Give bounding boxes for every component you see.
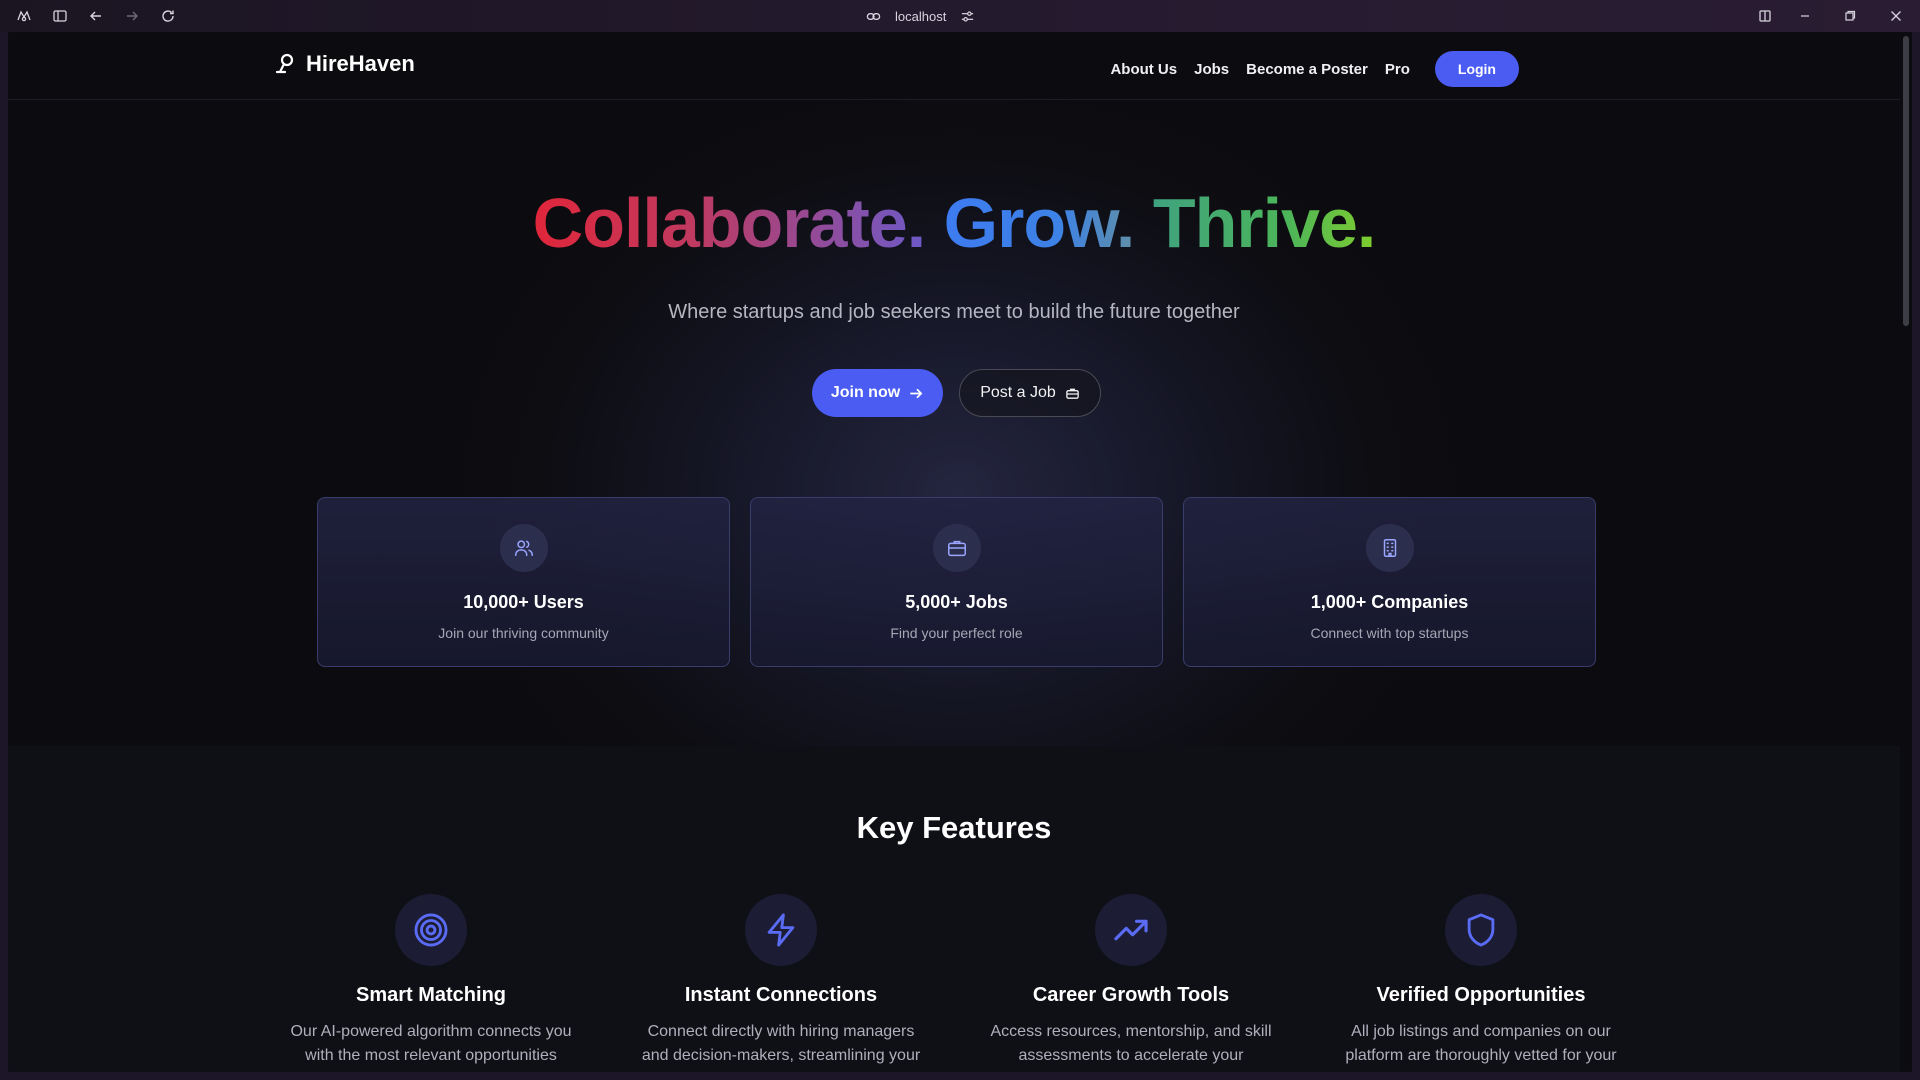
feature-description: Access resources, mentorship, and skill … — [990, 1023, 1272, 1072]
stat-description: Join our thriving community — [438, 625, 609, 641]
trending-up-icon — [1095, 894, 1167, 966]
feature-instant-connections: Instant Connections Connect directly wit… — [621, 894, 941, 1072]
feature-description: Connect directly with hiring managers an… — [641, 1023, 921, 1072]
nav-become-a-poster[interactable]: Become a Poster — [1246, 61, 1368, 78]
stat-description: Connect with top startups — [1310, 625, 1469, 641]
link-icon — [866, 12, 881, 20]
address-bar[interactable]: localhost — [866, 6, 975, 26]
stat-title: 1,000+ Companies — [1310, 592, 1469, 612]
nav-about-us[interactable]: About Us — [1110, 61, 1177, 78]
hero-section: Collaborate. Grow. Thrive. Where startup… — [8, 101, 1900, 746]
minimize-icon[interactable] — [1797, 8, 1813, 24]
feature-career-growth-tools: Career Growth Tools Access resources, me… — [971, 894, 1291, 1072]
close-window-icon[interactable] — [1888, 8, 1904, 24]
join-now-label: Join now — [830, 384, 901, 401]
stat-card-users: 10,000+ Users Join our thriving communit… — [317, 497, 730, 667]
stat-title: 10,000+ Users — [463, 592, 584, 612]
nav-jobs[interactable]: Jobs — [1194, 61, 1229, 78]
hero-title-thrive: Thrive. — [1152, 184, 1377, 262]
reload-icon[interactable] — [160, 8, 176, 24]
hero-title: Collaborate. Grow. Thrive. — [8, 181, 1900, 265]
post-a-job-label: Post a Job — [980, 384, 1056, 401]
feature-title: Instant Connections — [684, 984, 878, 1006]
key-features-section: Key Features Smart Matching Our AI-power… — [8, 746, 1900, 1072]
briefcase-icon — [1066, 388, 1079, 399]
building-icon — [1366, 524, 1414, 572]
back-icon[interactable] — [88, 8, 104, 24]
hero-title-collaborate: Collaborate. — [532, 184, 927, 262]
stat-description: Find your perfect role — [890, 625, 1023, 641]
shield-icon — [1445, 894, 1517, 966]
site-settings-icon[interactable] — [960, 9, 975, 24]
feature-smart-matching: Smart Matching Our AI-powered algorithm … — [271, 894, 591, 1072]
page-viewport: HireHaven About Us Jobs Become a Poster … — [8, 32, 1912, 1072]
main-nav: About Us Jobs Become a Poster Pro Login — [1110, 51, 1519, 87]
stats-row: 10,000+ Users Join our thriving communit… — [317, 497, 1596, 667]
hero-subtitle: Where startups and job seekers meet to b… — [668, 301, 1240, 323]
login-button[interactable]: Login — [1434, 51, 1519, 87]
forward-icon[interactable] — [124, 8, 140, 24]
feature-description: All job listings and companies on our pl… — [1345, 1023, 1617, 1072]
restore-icon[interactable] — [1842, 8, 1858, 24]
feature-title: Smart Matching — [355, 984, 507, 1006]
sidebar-toggle-icon[interactable] — [52, 8, 68, 24]
nav-pro[interactable]: Pro — [1385, 61, 1410, 78]
lightning-icon — [745, 894, 817, 966]
join-now-button[interactable]: Join now — [812, 369, 943, 417]
brand-name: HireHaven — [306, 51, 415, 76]
feature-verified-opportunities: Verified Opportunities All job listings … — [1321, 894, 1641, 1072]
features-title: Key Features — [856, 810, 1052, 845]
brand-logo[interactable]: HireHaven — [274, 51, 415, 77]
post-a-job-button[interactable]: Post a Job — [959, 369, 1101, 417]
hero-actions: Join now Post a Job — [812, 369, 1101, 417]
split-view-icon[interactable] — [1757, 8, 1773, 24]
address-text: localhost — [895, 8, 947, 24]
stat-card-jobs: 5,000+ Jobs Find your perfect role — [750, 497, 1163, 667]
feature-description: Our AI-powered algorithm connects you wi… — [290, 1023, 572, 1072]
location-pin-icon — [275, 53, 294, 74]
briefcase-icon — [933, 524, 981, 572]
browser-toolbar: localhost — [0, 0, 1920, 32]
stat-card-companies: 1,000+ Companies Connect with top startu… — [1183, 497, 1596, 667]
hero-title-grow: Grow. — [943, 184, 1136, 262]
users-icon — [500, 524, 548, 572]
browser-menu-icon[interactable] — [16, 8, 32, 24]
feature-title: Verified Opportunities — [1376, 984, 1586, 1006]
site-header: HireHaven About Us Jobs Become a Poster … — [8, 32, 1900, 100]
scrollbar-thumb[interactable] — [1903, 36, 1909, 326]
stat-title: 5,000+ Jobs — [905, 592, 1008, 612]
target-icon — [395, 894, 467, 966]
page-scrollbar[interactable] — [1900, 32, 1912, 1072]
feature-title: Career Growth Tools — [1032, 984, 1230, 1006]
arrow-right-icon — [910, 388, 923, 398]
